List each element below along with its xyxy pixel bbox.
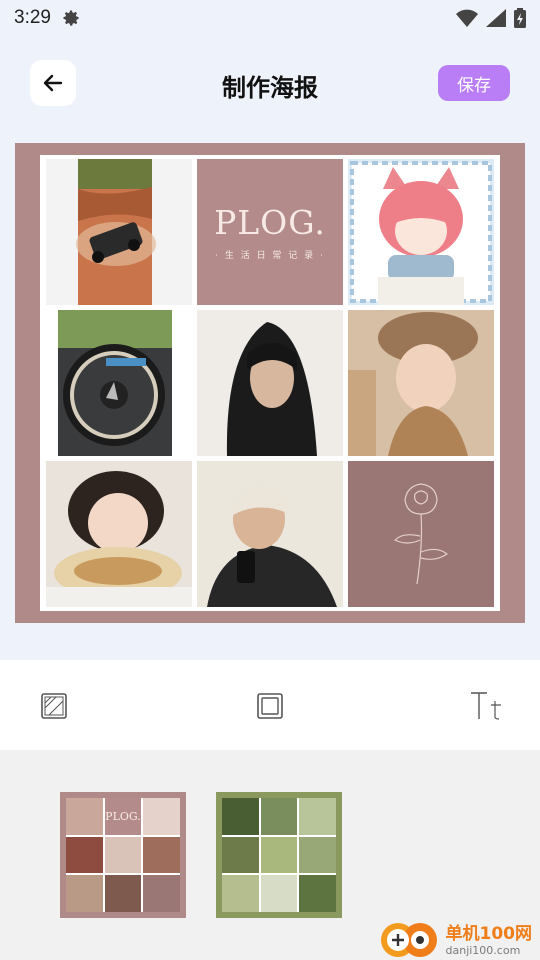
cell-signal-icon: [486, 9, 506, 27]
template-pink-plog[interactable]: PLOG.: [60, 792, 186, 918]
poster-canvas[interactable]: PLOG. · 生 活 日 常 记 录 ·: [15, 143, 525, 623]
photo-car-steering-wheel[interactable]: [46, 310, 192, 456]
template-pink-grid: PLOG.: [66, 798, 180, 912]
template-pink-plog-text: PLOG.: [104, 798, 142, 835]
text-tool-icon: [471, 692, 501, 720]
rose-line-art-card[interactable]: [348, 461, 494, 607]
frame-tool-button[interactable]: [250, 686, 290, 726]
arrow-left-icon: [43, 74, 63, 92]
plog-subtitle: · 生 活 日 常 记 录 ·: [215, 251, 325, 261]
anime-girl-illustration[interactable]: [348, 159, 494, 305]
photo-man-white-beanie[interactable]: [197, 461, 343, 607]
text-tool-button[interactable]: [466, 686, 506, 726]
background-tool-icon: [41, 693, 67, 719]
photo-grid: PLOG. · 生 活 日 常 记 录 ·: [46, 159, 494, 607]
photo-woman-fur-hat[interactable]: [348, 310, 494, 456]
wifi-icon: [456, 9, 478, 27]
photo-man-black-hoodie[interactable]: [197, 310, 343, 456]
rose-icon: [393, 483, 449, 585]
header: 制作海报 保存: [0, 58, 540, 110]
template-green-nature[interactable]: [216, 792, 342, 918]
template-green-grid: [222, 798, 336, 912]
danji-logo-icon: [380, 923, 437, 957]
save-button[interactable]: 保存: [438, 65, 510, 101]
settings-gear-icon: [63, 10, 79, 26]
watermark-site-url: danji100.com: [445, 944, 521, 957]
poster-inner-frame: PLOG. · 生 活 日 常 记 录 ·: [40, 155, 500, 611]
site-watermark: 单机100网 danji100.com: [378, 916, 533, 960]
background-tool-button[interactable]: [34, 686, 74, 726]
photo-girl-bread-pillow[interactable]: [46, 461, 192, 607]
edit-toolbar: [0, 660, 540, 750]
plog-title: PLOG.: [214, 203, 326, 242]
watermark-site-name: 单机100网: [445, 924, 533, 944]
status-time: 3:29: [14, 7, 51, 28]
template-list: PLOG. 单机100网 danji100.com: [0, 750, 540, 960]
back-button[interactable]: [30, 60, 76, 106]
battery-icon: [514, 8, 526, 28]
frame-tool-icon: [257, 693, 283, 719]
status-bar: 3:29: [0, 0, 540, 36]
plog-title-card[interactable]: PLOG. · 生 活 日 常 记 录 ·: [197, 159, 343, 305]
photo-jeep-desert[interactable]: [46, 159, 192, 305]
